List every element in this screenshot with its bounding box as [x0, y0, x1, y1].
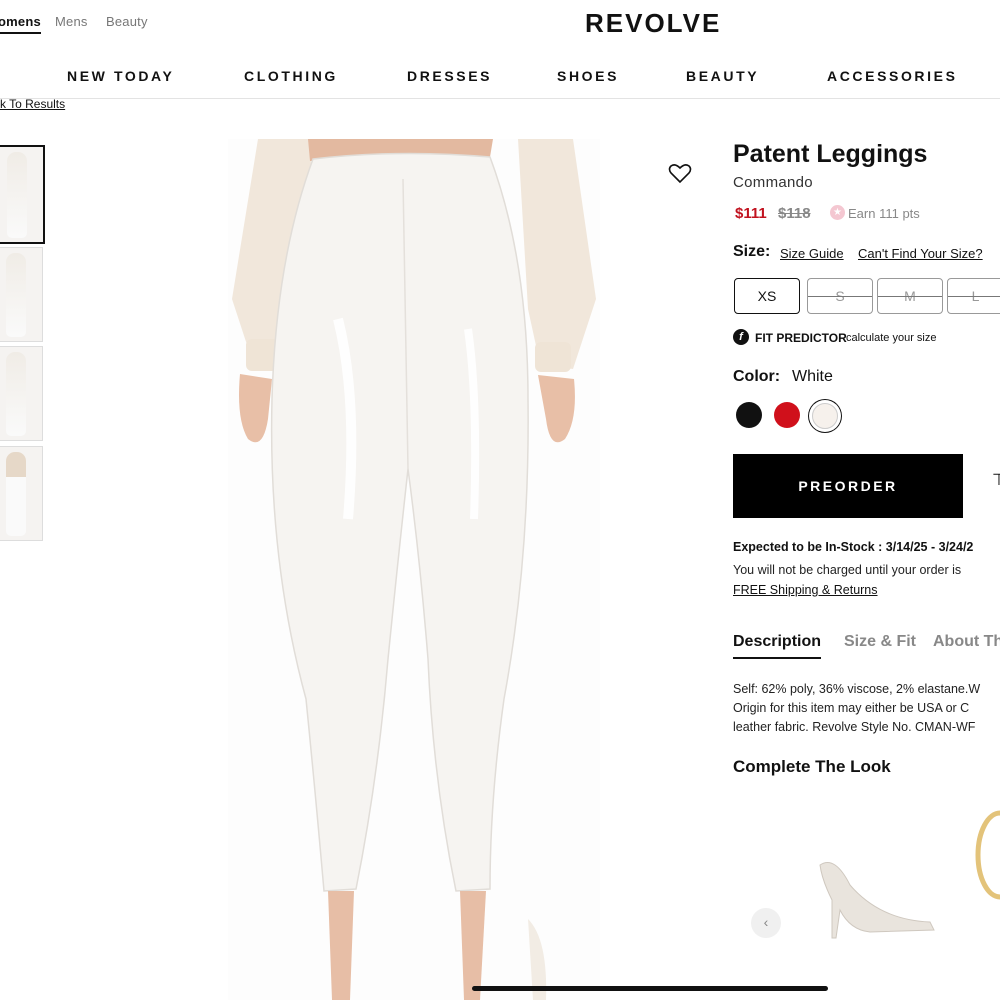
product-title: Patent Leggings	[733, 140, 928, 168]
star-icon: ★	[830, 205, 845, 220]
size-option-xs[interactable]: XS	[734, 278, 800, 314]
thumbnail-3[interactable]	[0, 346, 43, 441]
size-label: Size:	[733, 243, 771, 260]
back-to-results-link[interactable]: ck To Results	[0, 97, 65, 111]
nav-beauty[interactable]: Beauty	[106, 14, 148, 29]
size-guide-link[interactable]: Size Guide	[780, 246, 844, 261]
revolve-logo[interactable]: REVOLVE	[585, 8, 721, 39]
thumbnail-4[interactable]	[0, 446, 43, 541]
thumbnail-figure	[6, 253, 26, 337]
swatch-black[interactable]	[736, 402, 762, 428]
fit-predictor-title[interactable]: FIT PREDICTOR	[755, 331, 847, 345]
nav-womens[interactable]: omens	[0, 14, 41, 34]
sale-price: $111	[735, 205, 767, 222]
nav-beauty-main[interactable]: BEAUTY	[686, 68, 759, 84]
nav-clothing[interactable]: CLOTHING	[244, 68, 338, 84]
charge-note: You will not be charged until your order…	[733, 563, 962, 577]
description-text: Self: 62% poly, 36% viscose, 2% elastane…	[733, 680, 980, 737]
header-right-icon[interactable]	[994, 14, 1000, 30]
nav-mens[interactable]: Mens	[55, 14, 88, 29]
size-option-l[interactable]: L	[947, 278, 1000, 314]
tab-description[interactable]: Description	[733, 633, 822, 659]
reward-points: Earn 111 pts	[848, 206, 920, 221]
thumbnail-1[interactable]	[0, 145, 45, 244]
description-line: Origin for this item may either be USA o…	[733, 701, 970, 715]
in-stock-date: Expected to be In-Stock : 3/14/25 - 3/24…	[733, 540, 974, 554]
preorder-button[interactable]: PREORDER	[733, 454, 963, 518]
chevron-left-icon[interactable]: ‹	[751, 908, 781, 938]
color-value: White	[792, 368, 833, 385]
tab-about[interactable]: About Th	[933, 633, 1000, 651]
size-option-m[interactable]: M	[877, 278, 943, 314]
size-option-s[interactable]: S	[807, 278, 873, 314]
nav-divider	[0, 98, 1000, 99]
nav-new-today[interactable]: NEW TODAY	[67, 68, 174, 84]
color-label: Color:	[733, 368, 781, 385]
thumbnail-figure	[7, 152, 27, 238]
free-shipping-link[interactable]: FREE Shipping & Returns	[733, 583, 878, 597]
tab-size-fit[interactable]: Size & Fit	[844, 633, 916, 651]
thumbnail-figure	[6, 452, 26, 536]
original-price: $118	[778, 205, 811, 222]
nav-dresses[interactable]: DRESSES	[407, 68, 492, 84]
fit-predictor-subtitle[interactable]: calculate your size	[846, 332, 937, 344]
recommended-shoe-image[interactable]	[810, 850, 940, 940]
cant-find-size-link[interactable]: Can't Find Your Size?	[858, 246, 983, 261]
thumbnail-2[interactable]	[0, 247, 43, 342]
swatch-white[interactable]	[812, 403, 838, 429]
nav-accessories[interactable]: ACCESSORIES	[827, 68, 958, 84]
heart-icon[interactable]	[668, 162, 692, 184]
swatch-red[interactable]	[774, 402, 800, 428]
description-line: leather fabric. Revolve Style No. CMAN-W…	[733, 720, 976, 734]
wishlist-side-button[interactable]: ⊤	[992, 470, 1000, 500]
recommended-earring-image[interactable]	[968, 805, 1000, 905]
home-indicator	[472, 986, 828, 991]
description-line: Self: 62% poly, 36% viscose, 2% elastane…	[733, 682, 981, 696]
thumbnail-figure	[6, 352, 26, 436]
fit-predictor-icon: f	[733, 329, 749, 345]
product-brand-link[interactable]: Commando	[733, 174, 813, 191]
nav-shoes[interactable]: SHOES	[557, 68, 619, 84]
main-product-image[interactable]	[228, 139, 600, 1000]
complete-the-look-heading: Complete The Look	[733, 757, 891, 776]
